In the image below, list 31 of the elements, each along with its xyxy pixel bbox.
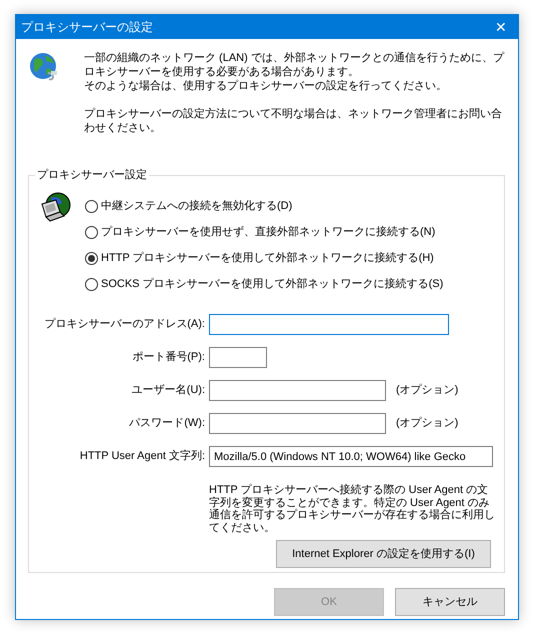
dialog-button[interactable]: キャンセル: [395, 588, 505, 616]
input-field[interactable]: [209, 413, 386, 434]
input-field[interactable]: [209, 380, 386, 401]
intro-text: 一部の組織のネットワーク (LAN) では、外部ネットワークとの通信を行うために、プロキシサーバーを使用する必要がある場合があります。: [84, 51, 506, 79]
input-field[interactable]: Mozilla/5.0 (Windows NT 10.0; WOW64) like Gecko: [209, 446, 493, 467]
intro-text: プロキシサーバーの設定方法について不明な場合は、ネットワーク管理者にお問い合わせください。: [84, 107, 503, 135]
field-label: ユーザー名(U):: [130, 383, 205, 398]
radio-button[interactable]: [85, 200, 98, 212]
radio-button[interactable]: [85, 252, 98, 264]
field-label: HTTP User Agent 文字列:: [78, 448, 205, 464]
help-text: HTTP プロキシサーバーへ接続する際の User Agent の文字列を変更することができます。特定の User Agent のみ通信を許可するプロキシサーバーが存在する場合に利用してください。: [209, 484, 495, 534]
intro-text: そのような場合は、使用するプロキシサーバーの設定を行ってください。: [84, 79, 448, 93]
field-label: パスワード(W):: [128, 416, 205, 432]
window-title: プロキシサーバーの設定: [21, 19, 153, 36]
radio-button[interactable]: [85, 226, 98, 238]
close-button[interactable]: ✕: [484, 15, 518, 39]
field-label: ポート番号(P):: [131, 350, 205, 366]
radio-button[interactable]: [85, 278, 98, 290]
radio-option[interactable]: 中継システムへの接続を無効化する(D): [85, 198, 444, 214]
radio-option[interactable]: プロキシサーバーを使用せず、直接外部ネットワークに接続する(N): [85, 224, 444, 240]
optional-note: (オプション): [396, 416, 458, 432]
computer-globe-icon: [39, 192, 71, 224]
radio-option[interactable]: HTTP プロキシサーバーを使用して外部ネットワークに接続する(H): [85, 250, 444, 266]
input-field[interactable]: [209, 314, 449, 335]
radio-option[interactable]: SOCKS プロキシサーバーを使用して外部ネットワークに接続する(S): [85, 276, 444, 292]
optional-note: (オプション): [396, 382, 458, 398]
input-field[interactable]: [209, 347, 267, 368]
group-title: プロキシサーバー設定: [35, 168, 149, 182]
globe-icon: [28, 51, 60, 83]
field-label: プロキシサーバーのアドレス(A):: [43, 316, 205, 332]
ie-settings-button[interactable]: Internet Explorer の設定を使用する(I): [276, 540, 491, 568]
